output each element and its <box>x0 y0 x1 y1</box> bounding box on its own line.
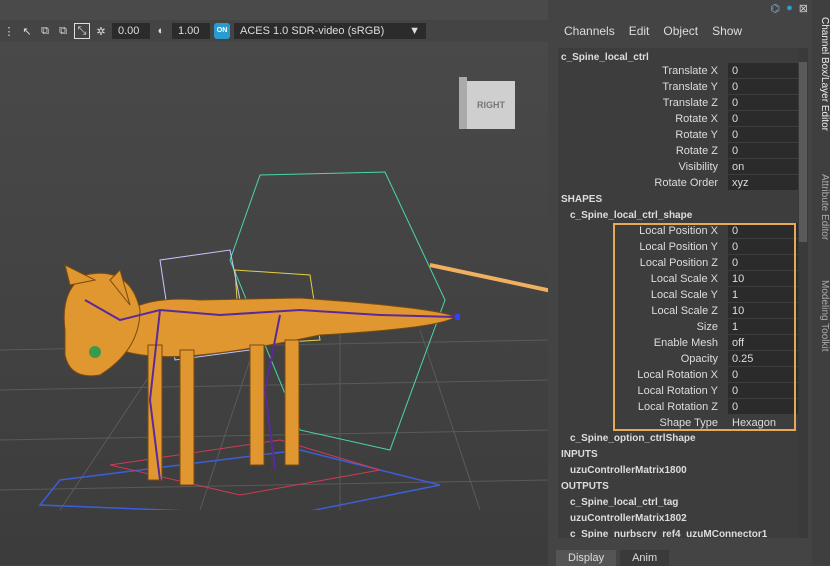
channel-value[interactable]: xyz <box>728 175 800 190</box>
help-icon[interactable]: ● <box>786 2 793 15</box>
viewcube-side <box>459 77 467 129</box>
select-cursor-icon[interactable]: ↖ <box>20 24 34 38</box>
channel-row[interactable]: Translate X 0 <box>558 63 800 79</box>
channel-row[interactable]: Rotate Z 0 <box>558 143 800 159</box>
view-transform-value: ACES 1.0 SDR-video (sRGB) <box>240 25 385 37</box>
tab-attribute-editor[interactable]: Attribute Editor <box>812 160 830 255</box>
tools-icon[interactable]: ⌬ <box>771 2 781 15</box>
output-node[interactable]: c_Spine_local_ctrl_tag <box>570 497 678 508</box>
inputs-header: INPUTS <box>561 449 598 460</box>
channel-row[interactable]: Translate Z 0 <box>558 95 800 111</box>
channel-value[interactable]: 0 <box>728 63 800 78</box>
shape-attributes-highlight <box>613 223 796 431</box>
layer-editor-tabs: Display Anim <box>556 550 670 566</box>
output-node[interactable]: uzuControllerMatrix1802 <box>570 513 687 524</box>
channel-row[interactable]: Visibility on <box>558 159 800 175</box>
shape-node-name[interactable]: c_Spine_local_ctrl_shape <box>570 210 692 221</box>
menu-object[interactable]: Object <box>663 24 698 38</box>
channel-label: Translate Y <box>662 81 718 93</box>
output-node[interactable]: c_Spine_nurbscrv_ref4_uzuMConnector1 <box>570 529 767 538</box>
channel-row[interactable]: Rotate X 0 <box>558 111 800 127</box>
exposure-icon[interactable]: ✲ <box>94 24 108 38</box>
node-name[interactable]: c_Spine_local_ctrl <box>561 52 649 63</box>
input-node[interactable]: uzuControllerMatrix1800 <box>570 465 687 476</box>
viewport-toolbar: ⋮ ↖ ⧉ ⧉ ⤡ ✲ 0.00 ◐ 1.00 ON ACES 1.0 SDR-… <box>0 20 548 42</box>
side-tab-bar: Channel Box/Layer Editor Attribute Edito… <box>812 0 830 565</box>
channel-value[interactable]: 0 <box>728 95 800 110</box>
menu-show[interactable]: Show <box>712 24 742 38</box>
cat-legs <box>147 339 300 486</box>
isolate-icon[interactable]: ⧉ <box>38 24 52 38</box>
viewcube[interactable]: RIGHT <box>459 77 521 129</box>
channel-label: Translate X <box>662 65 718 77</box>
channel-value[interactable]: 0 <box>728 143 800 158</box>
option-shape-node[interactable]: c_Spine_option_ctrlShape <box>570 433 696 444</box>
channel-label: Rotate Order <box>654 177 718 189</box>
cat-rig-scene[interactable] <box>0 150 548 510</box>
xray-icon[interactable]: ⧉ <box>56 24 70 38</box>
cat-eye <box>89 346 101 358</box>
tab-anim[interactable]: Anim <box>620 550 670 566</box>
exposure-field[interactable]: 0.00 <box>112 23 150 39</box>
color-management-toggle[interactable]: ON <box>214 23 230 39</box>
scrollbar-thumb[interactable] <box>799 62 807 242</box>
annotation-arrow <box>429 263 548 293</box>
cat-head <box>63 272 141 377</box>
chevron-down-icon: ▼ <box>409 25 420 37</box>
channel-row[interactable]: Rotate Y 0 <box>558 127 800 143</box>
channel-box-menubar: Channels Edit Object Show <box>564 24 742 38</box>
channel-value[interactable]: on <box>728 159 800 174</box>
channel-value[interactable]: 0 <box>728 127 800 142</box>
viewcube-face[interactable]: RIGHT <box>467 81 515 129</box>
menu-channels[interactable]: Channels <box>564 24 615 38</box>
channel-row[interactable]: Rotate Order xyz <box>558 175 800 191</box>
close-icon[interactable]: ⊠ <box>799 2 808 15</box>
frame-icon[interactable]: ⤡ <box>74 23 90 39</box>
channel-row[interactable]: Translate Y 0 <box>558 79 800 95</box>
channel-label: Visibility <box>678 161 718 173</box>
channel-label: Rotate Y <box>675 129 718 141</box>
viewport[interactable]: ⋮ ↖ ⧉ ⧉ ⤡ ✲ 0.00 ◐ 1.00 ON ACES 1.0 SDR-… <box>0 0 548 565</box>
view-transform-select[interactable]: ACES 1.0 SDR-video (sRGB) ▼ <box>234 23 426 39</box>
grid-icon[interactable]: ⋮ <box>2 24 16 38</box>
gamma-field[interactable]: 1.00 <box>172 23 210 39</box>
channel-label: Rotate Z <box>675 145 718 157</box>
tab-modeling-toolkit[interactable]: Modeling Toolkit <box>812 268 830 363</box>
outputs-header: OUTPUTS <box>561 481 609 492</box>
channel-scrollbar[interactable] <box>798 48 808 538</box>
panel-header-icons: ⌬ ● ⊠ <box>771 2 808 15</box>
tab-display[interactable]: Display <box>556 550 617 566</box>
tab-channel-box[interactable]: Channel Box/Layer Editor <box>812 4 830 144</box>
channel-label: Translate Z <box>662 97 718 109</box>
menu-edit[interactable]: Edit <box>629 24 650 38</box>
channel-label: Rotate X <box>675 113 718 125</box>
shapes-header: SHAPES <box>561 194 603 205</box>
global-ctrl <box>38 449 441 510</box>
channel-value[interactable]: 0 <box>728 79 800 94</box>
channel-value[interactable]: 0 <box>728 111 800 126</box>
gamma-icon[interactable]: ◐ <box>154 24 168 38</box>
